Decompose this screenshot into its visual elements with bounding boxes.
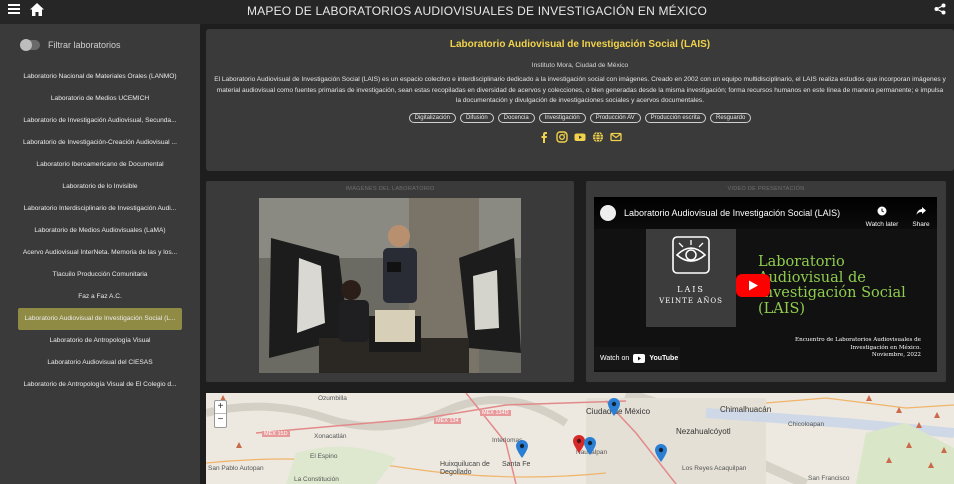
sidebar-lab-item[interactable]: Laboratorio de Medios Audiovisuales (LaM… <box>0 220 200 242</box>
highway-shield: MEX 134D <box>480 410 511 416</box>
logo-text: LAIS <box>677 285 705 294</box>
instagram-icon[interactable] <box>556 130 568 143</box>
watch-on-youtube-button[interactable]: Watch on YouTube <box>594 347 680 370</box>
sidebar-lab-item[interactable]: Laboratorio de Antropología Visual <box>0 330 200 352</box>
map-label: El Espino <box>310 453 338 460</box>
map-label: Chicoloapan <box>788 421 825 428</box>
lab-video-panel: VIDEO DE PRESENTACIÓN Laboratorio Audiov… <box>586 181 946 382</box>
map-label: Xonacatlán <box>314 433 347 440</box>
highway-shield: MEX 134 <box>434 418 461 424</box>
category-tag[interactable]: Producción AV <box>589 112 641 123</box>
lab-title: Laboratorio Audiovisual de Investigación… <box>449 39 711 50</box>
lab-list: Laboratorio Nacional de Materiales Orale… <box>0 66 200 396</box>
clock-icon <box>877 206 887 216</box>
map-label: Ozumbilla <box>318 395 347 402</box>
video-title[interactable]: Laboratorio Audiovisual de Investigación… <box>624 208 840 218</box>
zoom-out-button[interactable]: − <box>215 414 226 427</box>
filter-toggle[interactable] <box>20 39 40 51</box>
zoom-in-button[interactable]: + <box>215 401 226 414</box>
map-label: La Constitución <box>294 476 339 483</box>
app-title: MAPEO DE LABORATORIOS AUDIOVISUALES DE I… <box>246 4 708 18</box>
lab-photo[interactable] <box>259 198 521 373</box>
map-zoom-control: + − <box>214 400 227 428</box>
lab-location: Instituto Mora, Ciudad de México <box>531 62 629 69</box>
youtube-embed[interactable]: Laboratorio Audiovisual de Investigación… <box>594 197 937 372</box>
map-label: Nezahualcóyotl <box>676 427 731 436</box>
sidebar-lab-item[interactable]: Laboratorio Audiovisual del CIESAS <box>0 352 200 374</box>
sidebar-lab-item[interactable]: Laboratorio Audiovisual de Investigación… <box>18 308 182 330</box>
video-play-button[interactable] <box>736 274 770 297</box>
sidebar-lab-item[interactable]: Laboratorio de lo Invisible <box>0 176 200 198</box>
video-share-button[interactable]: Share <box>908 203 934 228</box>
category-tag[interactable]: Investigación <box>538 112 586 123</box>
images-panel-caption: IMÁGENES DEL LABORATORIO <box>345 186 435 192</box>
web-globe-icon[interactable] <box>592 130 604 143</box>
map-marker-icon[interactable] <box>516 440 528 458</box>
watch-later-button[interactable]: Watch later <box>862 203 902 228</box>
sidebar-lab-item[interactable]: Laboratorio de Antropología Visual de El… <box>0 374 200 396</box>
facebook-icon[interactable] <box>538 131 550 143</box>
sidebar-lab-item[interactable]: Laboratorio Interdisciplinario de Invest… <box>0 198 200 220</box>
category-tag[interactable]: Difusión <box>459 112 494 123</box>
sidebar: Filtrar laboratorios Laboratorio Naciona… <box>0 24 200 484</box>
youtube-icon[interactable] <box>574 131 586 143</box>
share-icon[interactable] <box>934 3 946 19</box>
map-label: San Pablo Autopan <box>208 465 264 472</box>
lab-description: El Laboratorio Audiovisual de Investigac… <box>214 76 946 104</box>
map-label: Santa Fe <box>502 461 531 468</box>
lab-info-panel: Laboratorio Audiovisual de Investigación… <box>206 29 954 171</box>
map-label: Chimalhuacán <box>720 405 772 414</box>
highway-shield: MEX 15D <box>262 431 290 437</box>
sidebar-lab-item[interactable]: Laboratorio de Medios UCEMICH <box>0 88 200 110</box>
lais-eye-logo <box>672 236 710 274</box>
map-marker-icon[interactable] <box>584 437 596 455</box>
sidebar-lab-item[interactable]: Acervo Audiovisual InterNeta. Memoria de… <box>0 242 200 264</box>
filter-toggle-row[interactable]: Filtrar laboratorios <box>20 39 121 51</box>
sidebar-lab-item[interactable]: Faz a Faz A.C. <box>0 286 200 308</box>
lab-images-panel: IMÁGENES DEL LABORATORIO <box>206 181 574 382</box>
email-icon[interactable] <box>610 131 622 143</box>
sidebar-lab-item[interactable]: Laboratorio de Investigación-Creación Au… <box>0 132 200 154</box>
lais-logo-card: LAIS VEINTE AÑOS <box>646 229 736 327</box>
play-icon <box>749 280 758 291</box>
filter-toggle-label: Filtrar laboratorios <box>48 40 121 50</box>
tag-list: Digitalización Difusión Docencia Investigac… <box>206 112 954 123</box>
sidebar-lab-item[interactable]: Tlacuilo Producción Comunitaria <box>0 264 200 286</box>
video-subtitle: Encuentro de Laboratorios Audiovisuales … <box>795 337 921 358</box>
channel-avatar[interactable] <box>600 205 616 221</box>
map-label: Huixquilucan de Degollado <box>440 461 490 476</box>
social-links <box>206 130 954 143</box>
category-tag[interactable]: Docencia <box>497 112 535 123</box>
map-label: Los Reyes Acaquilpan <box>682 465 747 472</box>
share-arrow-icon <box>916 207 926 215</box>
video-big-title: Laboratorio Audiovisual de Investigación… <box>758 254 906 317</box>
map-marker-icon[interactable] <box>608 398 620 416</box>
youtube-logo-icon <box>633 354 646 363</box>
sidebar-lab-item[interactable]: Laboratorio Nacional de Materiales Orale… <box>0 66 200 88</box>
category-tag[interactable]: Digitalización <box>408 112 456 123</box>
video-panel-caption: VIDEO DE PRESENTACIÓN <box>727 186 805 192</box>
category-tag[interactable]: Resguardo <box>710 112 752 123</box>
map-label: San Francisco <box>808 475 850 482</box>
sidebar-lab-item[interactable]: Laboratorio de Investigación Audiovisual… <box>0 110 200 132</box>
top-bar: MAPEO DE LABORATORIOS AUDIOVISUALES DE I… <box>0 0 954 24</box>
map-marker-icon[interactable] <box>655 444 667 462</box>
sidebar-lab-item[interactable]: Laboratorio Iberoamericano de Documental <box>0 154 200 176</box>
logo-subtext: VEINTE AÑOS <box>659 297 723 305</box>
category-tag[interactable]: Producción escrita <box>644 112 706 123</box>
lab-map[interactable]: + − Ciudad de México Chimalhuacán Nezahu… <box>206 393 954 484</box>
